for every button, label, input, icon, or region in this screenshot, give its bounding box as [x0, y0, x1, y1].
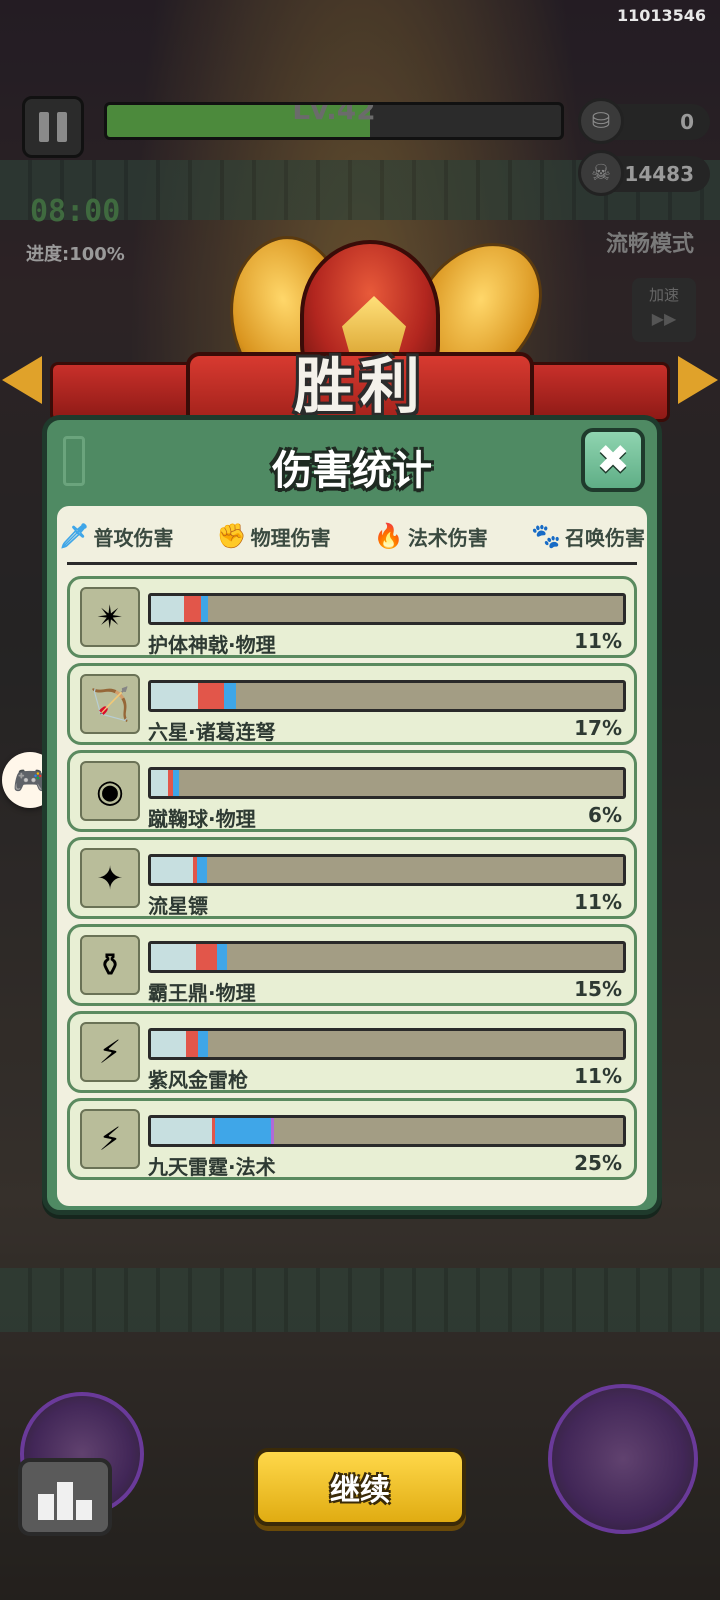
- close-button[interactable]: ✖: [581, 428, 645, 492]
- progress-text: 进度:100%: [26, 244, 125, 265]
- weapon-name: 九天雷霆·法术: [148, 1155, 276, 1179]
- damage-percent: 6%: [588, 803, 622, 827]
- damage-bar: [148, 941, 626, 973]
- damage-bar: [148, 854, 626, 886]
- weapon-name: 流星镖: [148, 894, 208, 918]
- paw-icon: 🐾: [531, 522, 561, 550]
- kill-count: 14483: [624, 162, 694, 186]
- flame-icon: 🔥: [373, 522, 404, 550]
- halberd-icon: ✴: [80, 587, 140, 647]
- weapon-name: 紫风金雷枪: [148, 1068, 248, 1092]
- speed-up-button[interactable]: 加速 ▶▶: [632, 278, 696, 342]
- damage-legend: 🗡 普攻伤害 ✊ 物理伤害 🔥 法术伤害 🐾 召唤伤害: [57, 518, 647, 554]
- continue-button[interactable]: 继续: [254, 1448, 466, 1526]
- weapon-name: 六星·诸葛连弩: [148, 720, 276, 744]
- damage-percent: 11%: [574, 890, 622, 914]
- damage-bar-segment-normal: [151, 596, 185, 622]
- damage-bar-segment-magic: [198, 1031, 208, 1057]
- damage-bar-segment-normal: [151, 770, 168, 796]
- legend-label: 召唤伤害: [564, 525, 645, 550]
- damage-row: ⚱ 霸王鼎·物理 15%: [67, 924, 637, 1006]
- legend-label: 法术伤害: [407, 525, 488, 550]
- damage-bar-segment-normal: [151, 944, 196, 970]
- damage-bar-segment-magic: [197, 857, 207, 883]
- damage-bar: [148, 680, 626, 712]
- damage-bar-segment-magic: [217, 944, 227, 970]
- damage-bar-segment-phys: [198, 683, 225, 709]
- close-icon: ✖: [596, 437, 630, 483]
- cauldron-icon: ⚱: [80, 935, 140, 995]
- legend-item: 🔥 法术伤害: [374, 518, 488, 554]
- damage-bar-segment-normal: [151, 1118, 213, 1144]
- damage-bar: [148, 1028, 626, 1060]
- thunder-icon: ⚡: [80, 1109, 140, 1169]
- damage-list: ✴ 护体神戟·物理 11% 🏹 六星·诸葛连弩 17% ◉ 蹴鞠球·物理 6% ✦ 流星镖 11% ⚱ 霸…: [67, 576, 637, 1185]
- kill-counter: ☠ 14483: [578, 150, 710, 196]
- damage-bar-segment-magic: [214, 1118, 272, 1144]
- game-timer: 08:00: [30, 194, 121, 229]
- damage-percent: 11%: [574, 1064, 622, 1088]
- ribbon-arrow-right-icon: [678, 356, 718, 404]
- coin-count: 0: [680, 110, 694, 134]
- pause-button[interactable]: [22, 96, 84, 158]
- damage-bar-segment-phys: [184, 596, 201, 622]
- damage-bar: [148, 767, 626, 799]
- pause-icon: [39, 112, 49, 142]
- damage-bar-segment-phys: [186, 1031, 199, 1057]
- legend-label: 物理伤害: [250, 525, 331, 550]
- podium-icon: [38, 1494, 54, 1520]
- player-id: 11013546: [616, 6, 706, 25]
- damage-row: ⚡ 九天雷霆·法术 25%: [67, 1098, 637, 1180]
- damage-bar-segment-magic: [224, 683, 236, 709]
- damage-percent: 25%: [574, 1151, 622, 1175]
- legend-item: 🗡 普攻伤害: [59, 518, 173, 554]
- panel-content: 🗡 普攻伤害 ✊ 物理伤害 🔥 法术伤害 🐾 召唤伤害 ✴ 护体神戟·物理 11% 🏹 六星·诸葛连弩…: [57, 506, 647, 1206]
- damage-bar-segment-magic: [200, 596, 208, 622]
- damage-percent: 17%: [574, 716, 622, 740]
- coin-counter: ⛁ 0: [578, 98, 710, 144]
- ribbon-arrow-left-icon: [2, 356, 42, 404]
- spear-icon: ⚡: [80, 1022, 140, 1082]
- damage-bar-segment-magic: [173, 770, 180, 796]
- damage-row: ✴ 护体神戟·物理 11%: [67, 576, 637, 658]
- legend-divider: [67, 562, 637, 565]
- fist-icon: ✊: [216, 522, 247, 550]
- damage-bar-segment-normal: [151, 857, 194, 883]
- damage-bar: [148, 593, 626, 625]
- damage-row: ✦ 流星镖 11%: [67, 837, 637, 919]
- damage-bar-segment-phys: [195, 944, 218, 970]
- level-label: Lv.42: [292, 102, 376, 126]
- leaderboard-button[interactable]: [18, 1458, 112, 1536]
- panel-title: 伤害统计: [272, 448, 432, 494]
- legend-item: 🐾 召唤伤害: [531, 518, 645, 554]
- coin-icon: ⛁: [578, 98, 624, 144]
- damage-bar-segment-normal: [151, 683, 199, 709]
- damage-bar: [148, 1115, 626, 1147]
- weapon-name: 霸王鼎·物理: [148, 981, 256, 1005]
- skull-icon: ☠: [578, 150, 624, 196]
- skill-slot-right: [548, 1384, 698, 1534]
- damage-row: 🏹 六星·诸葛连弩 17%: [67, 663, 637, 745]
- damage-row: ⚡ 紫风金雷枪 11%: [67, 1011, 637, 1093]
- sword-icon: 🗡: [59, 522, 90, 550]
- mode-label[interactable]: 流畅模式: [606, 226, 694, 258]
- fast-forward-icon: ▶▶: [651, 309, 677, 328]
- ball-icon: ◉: [80, 761, 140, 821]
- damage-percent: 11%: [574, 629, 622, 653]
- xp-bar: Lv.42: [104, 102, 564, 140]
- crossbow-icon: 🏹: [80, 674, 140, 734]
- shuriken-icon: ✦: [80, 848, 140, 908]
- speed-label: 加速: [648, 286, 679, 304]
- damage-stats-panel: 伤害统计 ✖ 🗡 普攻伤害 ✊ 物理伤害 🔥 法术伤害 🐾 召唤伤害 ✴ 护体神戟·物理 11% 🏹…: [42, 415, 662, 1215]
- legend-label: 普攻伤害: [93, 525, 174, 550]
- weapon-name: 护体神戟·物理: [148, 633, 276, 657]
- damage-bar-segment-summon: [271, 1118, 274, 1144]
- damage-percent: 15%: [574, 977, 622, 1001]
- damage-bar-segment-normal: [151, 1031, 187, 1057]
- weapon-name: 蹴鞠球·物理: [148, 807, 256, 831]
- damage-row: ◉ 蹴鞠球·物理 6%: [67, 750, 637, 832]
- legend-item: ✊ 物理伤害: [217, 518, 331, 554]
- victory-title: 胜利: [294, 352, 426, 422]
